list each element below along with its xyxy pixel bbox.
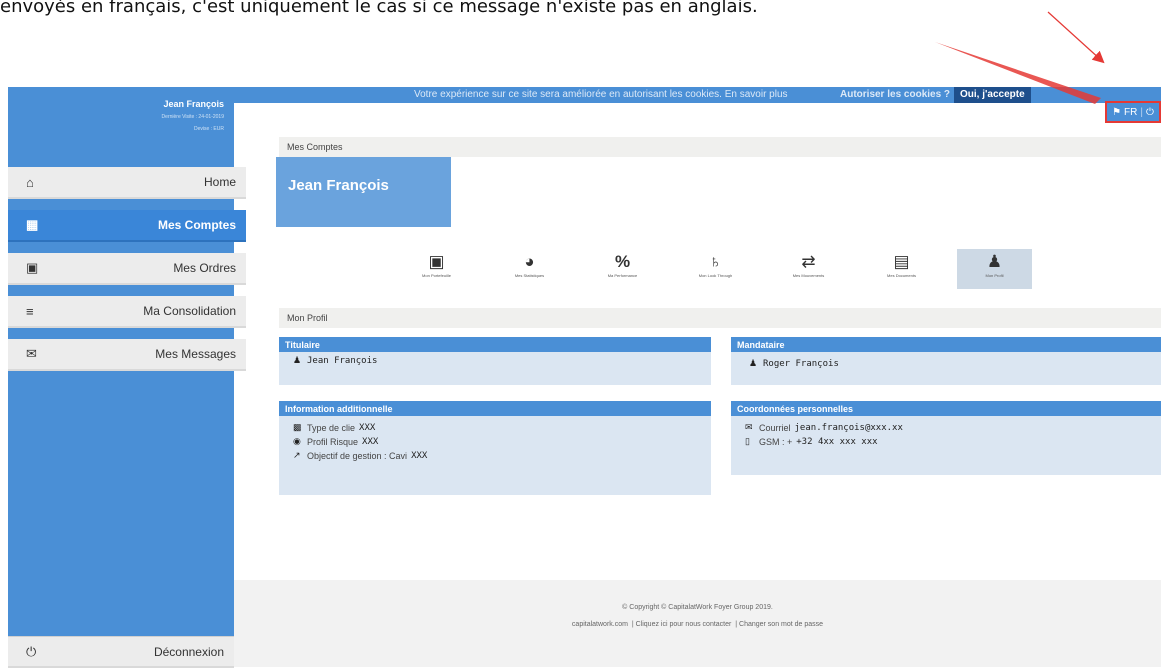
sidebar-item-ma-consolidation[interactable]: ≡ Ma Consolidation	[8, 296, 246, 328]
sidebar-item-label: Mes Comptes	[157, 218, 236, 232]
tool-mes-documents[interactable]: ▤ Mes Documents	[864, 249, 939, 289]
sidebar-item-label: Home	[203, 175, 236, 189]
info-type-row: ▩ Type de clie XXX	[293, 422, 376, 433]
exchange-icon: ⇄	[801, 252, 816, 271]
document-icon: ▤	[893, 252, 910, 271]
info-goal-row: ↗ Objectif de gestion : Cavi XXX	[293, 450, 428, 461]
panel-information-additionnelle: Information additionnelle ▩ Type de clie…	[279, 401, 711, 495]
sidebar-item-label: Ma Consolidation	[143, 304, 236, 318]
contact-gsm-row: ▯ GSM : + +32 4xx xxx xxx	[745, 436, 878, 447]
line-chart-icon: ↗	[293, 450, 301, 460]
home-icon: ⌂	[26, 174, 34, 190]
panel-contact-header: Coordonnées personnelles	[731, 401, 1161, 416]
main-content: Mes Comptes Jean François ▣ Mon Portefeu…	[234, 103, 1161, 667]
user-icon: ♟	[986, 252, 1003, 271]
sidebar-item-label: Mes Messages	[155, 347, 236, 361]
account-card[interactable]: Jean François	[276, 157, 451, 227]
link-change-password[interactable]: Changer son mot de passe	[739, 621, 823, 628]
id-card-icon: ▩	[293, 422, 302, 432]
link-contact[interactable]: Cliquez ici pour nous contacter	[636, 621, 732, 628]
percent-icon: %	[614, 252, 631, 271]
sidebar-item-mes-ordres[interactable]: ▣ Mes Ordres	[8, 253, 246, 285]
panel-info-header: Information additionnelle	[279, 401, 711, 416]
list-icon: ≡	[26, 303, 34, 319]
user-icon: ♟	[293, 355, 302, 365]
section-title-mon-profil: Mon Profil	[279, 308, 1161, 328]
tool-mon-portefeuille[interactable]: ▣ Mon Portefeuille	[399, 249, 474, 289]
footer-links: capitalatwork.com | Cliquez ici pour nou…	[571, 621, 824, 628]
envelope-icon: ✉	[745, 422, 753, 432]
logout-button[interactable]: ⏻ Déconnexion	[8, 636, 234, 668]
last-visit: Dernière Visite : 24-01-2019	[161, 114, 224, 120]
currency: Devise : EUR	[193, 126, 224, 132]
tool-mon-profil[interactable]: ♟ Mon Profil	[957, 249, 1032, 289]
cookie-banner: Votre expérience sur ce site sera amélio…	[234, 87, 1161, 103]
panel-coordonnees: Coordonnées personnelles ✉ Courriel jean…	[731, 401, 1161, 475]
pie-chart-icon: ◕	[524, 252, 535, 271]
panel-titulaire-header: Titulaire	[279, 337, 711, 352]
info-risk-row: ◉ Profil Risque XXX	[293, 436, 379, 447]
mandataire-name: Roger François	[763, 358, 839, 369]
panel-mandataire: Mandataire ♟ Roger François	[731, 337, 1161, 385]
money-icon: ▣	[26, 260, 39, 275]
section-title-mes-comptes: Mes Comptes	[279, 137, 1161, 157]
logout-label: Déconnexion	[153, 644, 224, 659]
sidebar-item-mes-comptes[interactable]: ▦ Mes Comptes	[8, 210, 246, 242]
power-icon: ⏻	[26, 643, 37, 659]
panel-mandataire-header: Mandataire	[731, 337, 1161, 352]
panel-titulaire: Titulaire ♟ Jean François	[279, 337, 711, 385]
cookie-text: Votre expérience sur ce site sera amélio…	[414, 89, 788, 100]
mobile-icon: ▯	[745, 436, 750, 446]
app-window: Jean François Dernière Visite : 24-01-20…	[8, 87, 1161, 668]
envelope-icon: ✉	[26, 346, 37, 361]
link-site[interactable]: capitalatwork.com	[572, 621, 628, 628]
user-name: Jean François	[163, 99, 224, 109]
sidebar-item-mes-messages[interactable]: ✉ Mes Messages	[8, 339, 246, 371]
sidebar-item-label: Mes Ordres	[173, 261, 236, 275]
titulaire-name: Jean François	[307, 355, 378, 366]
mandataire-row: ♟ Roger François	[731, 352, 1161, 369]
briefcase-icon: ▣	[428, 252, 445, 271]
cookie-accept-button[interactable]: Oui, j'accepte	[954, 87, 1031, 103]
footer: © Copyright © CapitalatWork Foyer Group …	[234, 580, 1161, 667]
tool-mes-statistiques[interactable]: ◕ Mes Statistiques	[492, 249, 567, 289]
contact-mail-row: ✉ Courriel jean.françois@xxx.xx	[745, 422, 903, 433]
tool-ma-performance[interactable]: % Ma Performance	[585, 249, 660, 289]
cookie-question: Autoriser les cookies ?	[840, 89, 951, 100]
user-icon: ♟	[749, 358, 758, 368]
binoculars-icon: ◉	[293, 436, 301, 446]
sitemap-icon: ♄	[709, 252, 722, 271]
account-toolbar: ▣ Mon Portefeuille ◕ Mes Statistiques % …	[399, 249, 1049, 291]
titulaire-row: ♟ Jean François	[279, 352, 711, 366]
sidebar: Jean François Dernière Visite : 24-01-20…	[8, 87, 246, 668]
grid-icon: ▦	[26, 217, 39, 232]
tool-mes-mouvements[interactable]: ⇄ Mes Mouvements	[771, 249, 846, 289]
annotation-caption: envoyés en français, c'est uniquement le…	[0, 0, 758, 17]
tool-mon-look-through[interactable]: ♄ Mon Look Through	[678, 249, 753, 289]
user-summary: Jean François Dernière Visite : 24-01-20…	[8, 87, 234, 157]
sidebar-item-home[interactable]: ⌂ Home	[8, 167, 246, 199]
copyright: © Copyright © CapitalatWork Foyer Group …	[622, 604, 773, 611]
